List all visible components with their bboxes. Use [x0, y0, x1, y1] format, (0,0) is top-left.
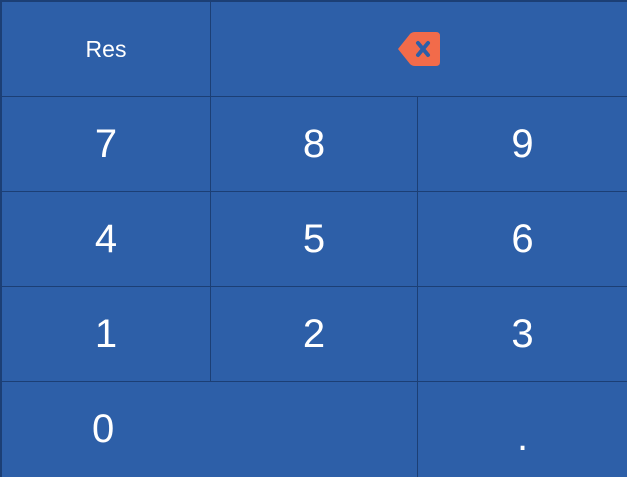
digit-3-label: 3 — [511, 311, 534, 356]
backspace-icon — [396, 30, 442, 68]
digit-2-label: 2 — [302, 311, 326, 356]
digit-4-label: 4 — [94, 216, 118, 261]
numeric-keypad: Res 7 8 9 4 5 6 1 2 3 0 . — [0, 0, 627, 477]
reset-button-label: Res — [85, 35, 127, 62]
digit-6-button[interactable]: 6 — [418, 192, 627, 287]
digit-5-label: 5 — [302, 216, 326, 261]
digit-2-button[interactable]: 2 — [211, 287, 418, 382]
decimal-point-label: . — [516, 415, 529, 459]
digit-0-button[interactable]: 0 — [2, 382, 418, 477]
decimal-point-button[interactable]: . — [418, 382, 627, 477]
digit-8-button[interactable]: 8 — [211, 97, 418, 192]
reset-button[interactable]: Res — [2, 2, 211, 97]
digit-8-label: 8 — [302, 121, 326, 166]
digit-7-label: 7 — [94, 121, 118, 166]
digit-1-label: 1 — [94, 311, 118, 356]
digit-6-label: 6 — [511, 216, 534, 261]
digit-9-label: 9 — [511, 121, 534, 166]
digit-4-button[interactable]: 4 — [2, 192, 211, 287]
backspace-button[interactable] — [211, 2, 627, 97]
digit-9-button[interactable]: 9 — [418, 97, 627, 192]
digit-5-button[interactable]: 5 — [211, 192, 418, 287]
digit-7-button[interactable]: 7 — [2, 97, 211, 192]
digit-1-button[interactable]: 1 — [2, 287, 211, 382]
digit-3-button[interactable]: 3 — [418, 287, 627, 382]
digit-0-label: 0 — [92, 407, 115, 451]
